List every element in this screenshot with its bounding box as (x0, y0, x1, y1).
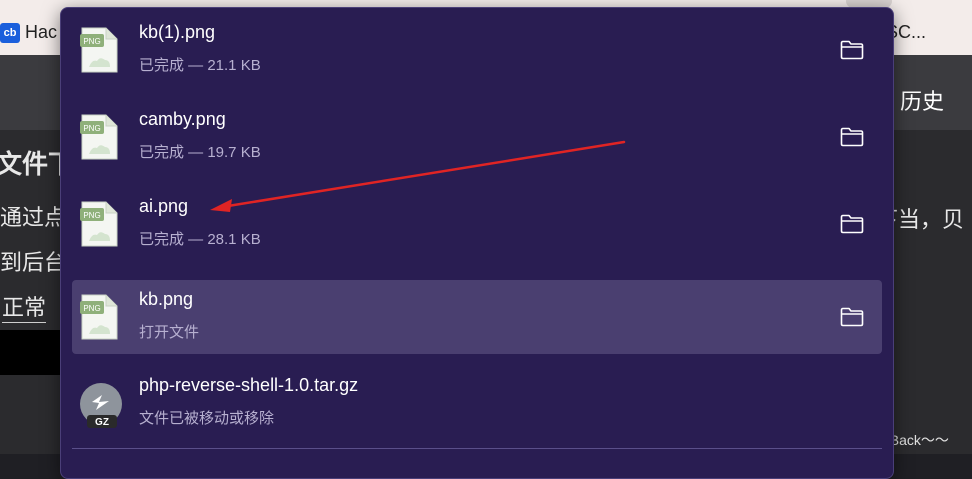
bookmark-item[interactable]: cb Hac (0, 22, 57, 43)
png-file-icon: PNG (80, 201, 118, 247)
png-file-icon: PNG (80, 27, 118, 73)
download-filename: php-reverse-shell-1.0.tar.gz (139, 375, 359, 395)
content-block (0, 330, 62, 375)
download-filename: kb.png (139, 289, 194, 309)
show-in-folder-icon[interactable] (840, 214, 864, 234)
png-file-icon: PNG (80, 294, 118, 340)
nav-history-link[interactable]: 历史 (900, 84, 944, 116)
download-filename: ai.png (139, 196, 189, 216)
svg-text:PNG: PNG (83, 304, 100, 313)
show-in-folder-icon[interactable] (840, 40, 864, 60)
png-file-icon: PNG (80, 114, 118, 160)
show-in-folder-icon[interactable] (840, 127, 864, 147)
show-in-folder-icon[interactable] (840, 307, 864, 327)
bookmark-favicon-icon: cb (0, 22, 20, 43)
download-status: 已完成 — 28.1 KB (139, 231, 261, 248)
download-status: 已完成 — 21.1 KB (139, 57, 261, 74)
gz-archive-icon: GZ (80, 383, 122, 428)
bookmark-label: Hac (25, 22, 58, 42)
download-item[interactable]: PNG ai.png 已完成 — 28.1 KB (72, 187, 882, 261)
page-text-fragment: 通过点 (0, 205, 67, 230)
downloads-panel: PNG kb(1).png 已完成 — 21.1 KB PNG camby.pn… (60, 7, 894, 479)
panel-divider (72, 448, 882, 449)
download-status: 已完成 — 19.7 KB (139, 144, 261, 161)
download-status: 文件已被移动或移除 (139, 410, 275, 427)
download-filename: camby.png (139, 109, 226, 129)
svg-text:PNG: PNG (83, 37, 100, 46)
download-filename: kb(1).png (139, 22, 216, 42)
download-item[interactable]: PNG camby.png 已完成 — 19.7 KB (72, 100, 882, 174)
page-text-fragment: 正常 (2, 290, 47, 323)
svg-text:PNG: PNG (83, 124, 100, 133)
download-item[interactable]: PNG kb.png 打开文件 (72, 280, 882, 354)
page-text-fragment: 到后台 (0, 250, 67, 275)
download-item[interactable]: GZ php-reverse-shell-1.0.tar.gz 文件已被移动或移… (72, 366, 882, 440)
svg-text:PNG: PNG (83, 211, 100, 220)
download-status: 打开文件 (139, 324, 200, 341)
svg-text:GZ: GZ (95, 417, 109, 428)
download-item[interactable]: PNG kb(1).png 已完成 — 21.1 KB (72, 13, 882, 87)
